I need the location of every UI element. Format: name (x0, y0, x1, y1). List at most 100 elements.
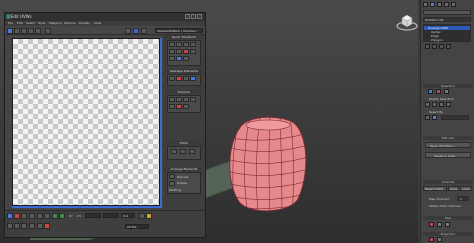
pack-normalize-icon[interactable] (169, 181, 175, 186)
menu-edit[interactable]: Edit (17, 21, 23, 25)
pelt-icon[interactable] (190, 76, 196, 81)
grid-snap-icon[interactable] (37, 223, 43, 229)
uvw-toggle-icon[interactable] (125, 28, 131, 34)
arrange-elements-header[interactable]: Arrange Elements (165, 167, 203, 171)
window-titlebar[interactable] (5, 13, 205, 21)
quick-transform-header[interactable]: Quick Transform (165, 35, 203, 39)
pack-icon[interactable] (176, 56, 182, 61)
select-by-element-icon[interactable] (425, 115, 430, 120)
zoom-region-icon[interactable] (21, 223, 27, 229)
edge-subobject-icon[interactable] (14, 213, 20, 219)
v-value-field[interactable] (103, 213, 119, 218)
uv-space-icon[interactable] (133, 28, 139, 34)
grow-selection-icon[interactable] (425, 102, 430, 107)
xy-toggle[interactable]: XY (69, 214, 73, 218)
w-value-field[interactable]: 0.0 (121, 213, 135, 218)
vertex-mode-icon[interactable] (428, 89, 433, 94)
reshape-elements-header[interactable]: Reshape Elements (165, 69, 203, 73)
peel-rollout-header[interactable]: Peel (423, 216, 473, 220)
flip-horizontal-icon[interactable] (183, 42, 189, 47)
flatten-icon[interactable] (169, 104, 175, 109)
ring-icon[interactable] (59, 213, 65, 219)
save-uvw-button[interactable]: Save... (448, 186, 460, 191)
scale-tool-icon[interactable] (21, 28, 27, 34)
show-end-result-icon[interactable] (432, 44, 437, 49)
u-value-field[interactable] (85, 213, 101, 218)
texture-map-select[interactable]: CheckerPattern ( Checker ) (155, 28, 203, 33)
vertex-color-channel-radio[interactable]: Vertex Color Channel (429, 204, 461, 208)
explode-settings-icon[interactable] (183, 104, 189, 109)
polygon-subobject-icon[interactable] (21, 213, 27, 219)
ignore-backfacing-icon[interactable] (432, 115, 437, 120)
shrink-selection-icon[interactable] (432, 102, 437, 107)
stitch-to-target-icon[interactable] (171, 149, 177, 154)
detach-icon[interactable] (176, 97, 182, 102)
menu-view[interactable]: View (94, 21, 101, 25)
channel-rollout-header[interactable]: Channel (423, 180, 473, 184)
ring-selection-icon[interactable] (446, 102, 451, 107)
edge-mode-icon[interactable] (436, 89, 441, 94)
menu-display[interactable]: Display (79, 21, 90, 25)
menu-options[interactable]: Options (64, 21, 76, 25)
rotate-tool-icon[interactable] (14, 28, 20, 34)
align-vertical-icon[interactable] (176, 42, 182, 47)
freeform-tool-icon[interactable] (28, 28, 34, 34)
reset-uvws-button[interactable]: Reset UVWs (423, 186, 447, 191)
stitch-header[interactable]: Stitch (165, 141, 203, 145)
viewcube-icon[interactable] (396, 12, 418, 32)
settings-gear-icon[interactable] (183, 56, 189, 61)
selection-rollout-header[interactable]: Selection (423, 84, 473, 88)
shrink-icon[interactable] (44, 213, 50, 219)
flatten-settings-icon[interactable] (176, 104, 182, 109)
close-icon[interactable] (197, 14, 202, 19)
move-tool-icon[interactable] (7, 28, 13, 34)
grow-icon[interactable] (37, 213, 43, 219)
mirror-tool-icon[interactable] (35, 28, 41, 34)
show-checker-icon[interactable] (141, 28, 147, 34)
weld-target-icon[interactable] (190, 97, 196, 102)
remove-modifier-icon[interactable] (446, 44, 451, 49)
modify-tab-icon[interactable] (430, 2, 435, 7)
pack-custom-icon[interactable] (169, 174, 175, 179)
vertex-subobject-icon[interactable] (7, 213, 13, 219)
filter-selected-icon[interactable] (44, 223, 50, 229)
quick-peel-icon[interactable] (429, 222, 434, 227)
straighten-icon[interactable] (183, 49, 189, 54)
uv-checker-canvas[interactable] (12, 38, 160, 206)
explode-header[interactable]: Explode (165, 90, 203, 94)
rotate-cw-icon[interactable] (176, 49, 182, 54)
zoom-extents-icon[interactable] (29, 223, 35, 229)
loop-icon[interactable] (52, 213, 58, 219)
flip-vertical-icon[interactable] (190, 42, 196, 47)
rescale-option[interactable]: Rescale (177, 175, 189, 179)
polygon-mode-icon[interactable] (444, 89, 449, 94)
show-map-icon[interactable] (45, 28, 51, 34)
stitch-average-icon[interactable] (180, 149, 186, 154)
unwrapped-mesh-object[interactable] (222, 115, 308, 215)
space-icon[interactable] (190, 49, 196, 54)
relax-icon[interactable] (169, 76, 175, 81)
map-channel-spinner[interactable]: 1 (457, 196, 469, 201)
open-uv-editor-button[interactable]: Open UV Editor ... (425, 142, 471, 148)
menu-mapping[interactable]: Mapping (49, 21, 62, 25)
stack-item-polygon[interactable]: Polygon (431, 38, 443, 42)
create-tab-icon[interactable] (423, 2, 428, 7)
peel-mode-icon[interactable] (437, 222, 442, 227)
menu-tools[interactable]: Tools (38, 21, 45, 25)
planar-map-icon[interactable] (429, 237, 434, 242)
straighten-selection-icon[interactable] (183, 76, 189, 81)
stitch-source-icon[interactable] (189, 149, 195, 154)
lock-icon[interactable] (139, 213, 145, 219)
loop-selection-icon[interactable] (439, 102, 444, 107)
menu-select[interactable]: Select (26, 21, 35, 25)
menu-file[interactable]: File (8, 21, 13, 25)
break-icon[interactable] (169, 97, 175, 102)
load-uvw-button[interactable]: Load... (460, 186, 472, 191)
projection-rollout-header[interactable]: Projection (423, 232, 473, 236)
reset-peel-icon[interactable] (445, 222, 450, 227)
align-horizontal-icon[interactable] (169, 42, 175, 47)
minimize-icon[interactable] (185, 14, 190, 19)
snap-icon[interactable] (146, 213, 152, 219)
weld-selected-icon[interactable] (183, 97, 189, 102)
display-tab-icon[interactable] (451, 2, 456, 7)
